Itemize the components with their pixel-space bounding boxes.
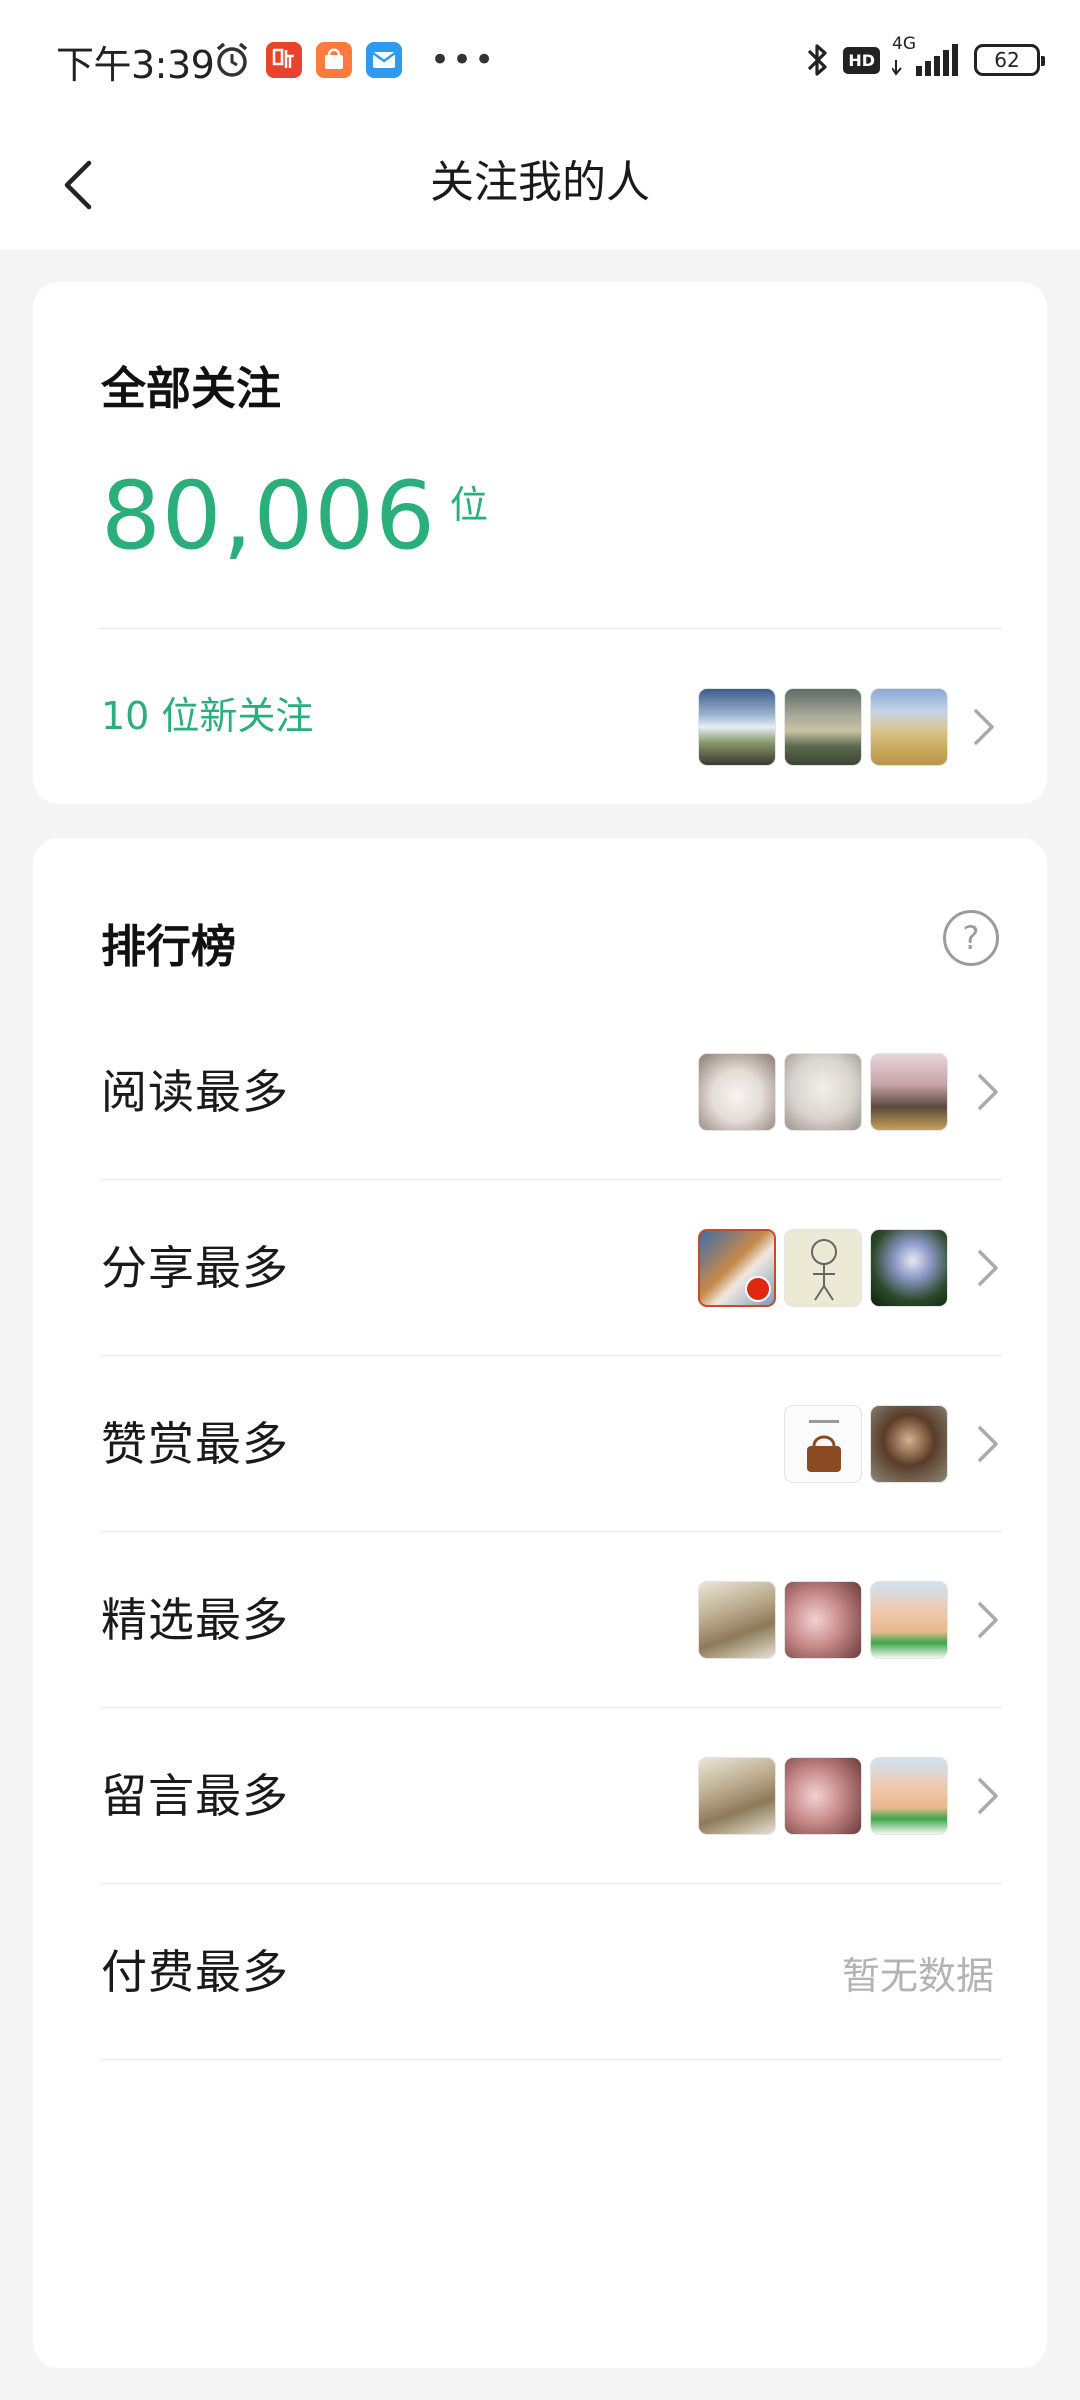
ranking-row-most-paid: 付费最多 暂无数据 [101, 1884, 1002, 2060]
total-followers-count-row: 80,006 位 [101, 462, 488, 572]
ranking-row-label: 精选最多 [101, 1593, 289, 1647]
navigation-bar: 关注我的人 [0, 124, 1080, 250]
listen-app-icon [266, 42, 302, 78]
chevron-right-icon [978, 1602, 998, 1638]
chevron-right-icon [978, 1778, 998, 1814]
chevron-right-icon [978, 1250, 998, 1286]
ranking-row-most-comments[interactable]: 留言最多 [101, 1708, 1002, 1884]
ranking-row-most-featured[interactable]: 精选最多 [101, 1532, 1002, 1708]
alarm-icon [216, 42, 248, 77]
status-time: 下午3:39 [56, 43, 215, 87]
ranking-row-label: 阅读最多 [101, 1065, 289, 1119]
flag-badge-icon [745, 1276, 771, 1302]
battery-level: 62 [994, 48, 1020, 72]
avatar [870, 1757, 948, 1835]
battery-icon: 62 [974, 44, 1045, 76]
total-followers-title: 全部关注 [101, 362, 282, 415]
status-system-icons: HD 4G 62 [805, 34, 1045, 80]
avatar [784, 1053, 862, 1131]
ranking-row-avatars [698, 1053, 948, 1131]
help-icon: ? [962, 919, 980, 957]
chevron-right-icon [978, 1074, 998, 1110]
status-bar: 下午3:39 ••• HD 4G 62 [0, 0, 1080, 124]
avatar [784, 1229, 862, 1307]
ranking-row-avatars [698, 1757, 948, 1835]
avatar [870, 1229, 948, 1307]
total-followers-unit: 位 [449, 483, 488, 527]
bluetooth-icon [808, 44, 827, 76]
avatar [784, 1757, 862, 1835]
new-followers-avatars [698, 688, 948, 766]
signal-icon: 4G [892, 34, 962, 80]
avatar [698, 688, 776, 766]
ranking-card: 排行榜 ? 阅读最多 分享最多 赞赏最多 精选最多 留言最多 付费最多 暂无数据 [33, 838, 1047, 2368]
avatar [698, 1053, 776, 1131]
ranking-row-label: 分享最多 [101, 1241, 289, 1295]
hd-icon: HD [843, 46, 880, 74]
ranking-row-most-tipped[interactable]: 赞赏最多 [101, 1356, 1002, 1532]
ranking-title: 排行榜 [101, 920, 237, 973]
chevron-right-icon [978, 1426, 998, 1462]
ranking-row-label: 留言最多 [101, 1769, 289, 1823]
ranking-row-label: 付费最多 [101, 1945, 289, 1999]
page-title: 关注我的人 [430, 157, 650, 208]
avatar [698, 1229, 776, 1307]
ranking-row-label: 赞赏最多 [101, 1417, 289, 1471]
divider [101, 2059, 1002, 2060]
avatar [784, 1405, 862, 1483]
ranking-row-avatars [698, 1581, 948, 1659]
avatar [870, 1053, 948, 1131]
ranking-row-avatars [784, 1405, 948, 1483]
ranking-row-most-shared[interactable]: 分享最多 [101, 1180, 1002, 1356]
avatar [698, 1757, 776, 1835]
total-followers-count: 80,006 [101, 462, 436, 571]
avatar [870, 1405, 948, 1483]
avatar [784, 1581, 862, 1659]
ranking-row-most-read[interactable]: 阅读最多 [101, 1004, 1002, 1180]
total-followers-card: 全部关注 80,006 位 10 位新关注 [33, 282, 1047, 804]
mail-app-icon [366, 42, 402, 78]
ranking-row-avatars [698, 1229, 948, 1307]
new-followers-row[interactable]: 10 位新关注 [33, 628, 1047, 804]
empty-state-text: 暂无数据 [841, 1954, 994, 1998]
status-notification-icons: ••• [212, 40, 496, 80]
avatar [698, 1581, 776, 1659]
avatar [870, 688, 948, 766]
avatar [784, 688, 862, 766]
help-button[interactable]: ? [943, 910, 999, 966]
new-followers-label: 10 位新关注 [101, 694, 314, 738]
chevron-right-icon [974, 709, 994, 745]
more-notifications-icon: ••• [430, 40, 497, 80]
avatar [870, 1581, 948, 1659]
shop-app-icon [316, 42, 352, 78]
